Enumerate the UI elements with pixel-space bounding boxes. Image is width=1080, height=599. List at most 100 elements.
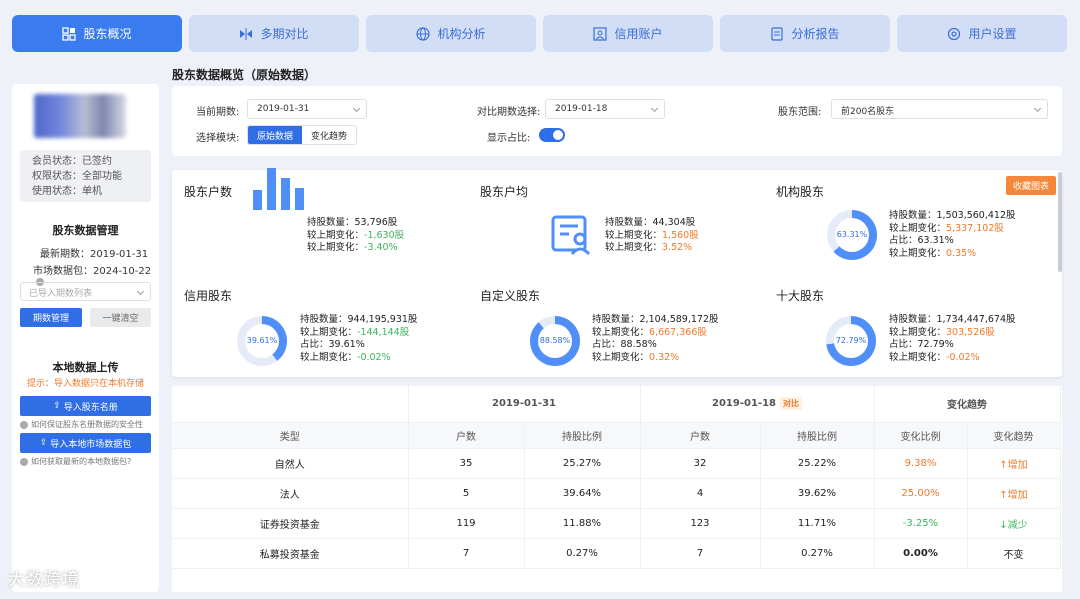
change-pct: 较上期变化：0.35% [889, 248, 1016, 261]
report-icon [771, 26, 784, 41]
change-value: -1,630股 [364, 229, 405, 241]
change-qty: 较上期变化：-1,630股 [307, 230, 404, 243]
market-data-text: 市场数据包：2024-10-22 [33, 266, 152, 277]
id-card-icon [551, 215, 591, 256]
imported-periods-placeholder: 已导入期数列表 [29, 289, 93, 299]
card-title: 股东户均 [480, 185, 529, 199]
show-ratio-toggle[interactable] [539, 128, 565, 142]
table-cell: 自然人 [172, 448, 409, 479]
donut-label: 72.79% [835, 336, 867, 345]
change-value: 0.32% [649, 351, 680, 363]
grid-icon [62, 26, 77, 41]
ratio: 占比：72.79% [889, 339, 954, 350]
card-title: 股东户数 [184, 185, 233, 199]
card-title: 信用股东 [184, 289, 233, 303]
change-label: 较上期变化： [307, 229, 365, 241]
module-segmented-control: 原始数据 变化趋势 [247, 125, 358, 145]
table-cell: 32 [640, 448, 761, 479]
import-roster-button[interactable]: ⇪ 导入股东名册 [20, 396, 151, 416]
import-roster-label: 导入股东名册 [63, 402, 118, 413]
avatar [34, 94, 126, 138]
card-title: 机构股东 [776, 185, 825, 199]
tab-shareholder-overview[interactable]: 股东概况 [12, 15, 182, 52]
settings-icon [948, 27, 961, 40]
table-row: 证券投资基金 119 11.88% 123 11.71% -3.25% ↓减少 [172, 508, 1061, 539]
table-cell: ↓减少 [967, 508, 1061, 539]
donut-label: 39.61% [246, 336, 278, 345]
period-mgmt-button[interactable]: 期数管理 [20, 308, 82, 327]
current-period-label: 当前期数: [196, 107, 240, 118]
range-label: 股东范围: [778, 107, 822, 118]
compare-period-label: 对比期数选择: [477, 107, 541, 118]
card-stats: 持股数量：44,304股 较上期变化：1,560股 较上期变化：3.52% [605, 217, 699, 255]
tab-credit-account[interactable]: 信用账户 [543, 15, 713, 52]
table-row: 自然人 35 25.27% 32 25.22% 9.38% ↑增加 [172, 448, 1061, 479]
change-label: 较上期变化： [592, 351, 650, 363]
change-qty: 较上期变化：5,337,102股 [889, 223, 1016, 236]
table-cell: 7 [640, 538, 761, 569]
change-pct: 较上期变化：0.32% [592, 352, 719, 365]
filter-panel: 当前期数: 2019-01-31 对比期数选择: 2019-01-18 股东范围… [172, 86, 1062, 156]
donut-label: 63.31% [836, 230, 868, 239]
table-cell: 123 [640, 508, 761, 539]
compare-period-select[interactable]: 2019-01-18 [545, 99, 665, 119]
permission-status: 权限状态：全部功能 [32, 171, 122, 182]
table-cell: 35 [408, 448, 525, 479]
change-pct: 较上期变化：-0.02% [300, 352, 417, 365]
clear-all-button[interactable]: 一键清空 [90, 308, 151, 327]
member-status: 会员状态：已签约 [32, 156, 112, 167]
ratio: 占比：88.58% [592, 339, 657, 350]
current-period-select[interactable]: 2019-01-31 [247, 99, 367, 119]
import-market-button[interactable]: ⇪ 导入本地市场数据包 [20, 433, 151, 453]
change-qty: 较上期变化：1,560股 [605, 230, 699, 243]
change-label: 较上期变化： [300, 326, 358, 338]
member-status-box: 会员状态：已签约 权限状态：全部功能 使用状态：单机 [20, 150, 151, 202]
change-value: 1,560股 [662, 229, 699, 241]
range-value: 前200名股东 [841, 107, 895, 117]
ratio: 占比：39.61% [300, 339, 365, 350]
table-row: 法人 5 39.64% 4 39.62% 25.00% ↑增加 [172, 478, 1061, 509]
card-stats: 持股数量：1,734,447,674股 较上期变化：303,526股 占比：72… [889, 314, 1016, 364]
table-cell: 5 [408, 478, 525, 509]
roster-security-link[interactable]: 如何保证股东名册数据的安全性 [20, 419, 143, 430]
tab-institution-analysis[interactable]: 机构分析 [366, 15, 536, 52]
module-option-trend[interactable]: 变化趋势 [302, 126, 356, 144]
donut-label: 88.58% [539, 336, 571, 345]
tab-label: 分析报告 [791, 27, 840, 41]
show-ratio-label: 显示占比: [487, 133, 531, 144]
card-stats: 持股数量：944,195,931股 较上期变化：-144,144股 占比：39.… [300, 314, 417, 364]
ratio: 占比：63.31% [889, 235, 954, 246]
table-row: 私募投资基金 7 0.27% 7 0.27% 0.00% 不变 [172, 538, 1061, 569]
change-label: 较上期变化： [307, 242, 365, 253]
range-select[interactable]: 前200名股东 [831, 99, 1048, 119]
change-value: -3.40% [364, 242, 398, 253]
module-option-raw[interactable]: 原始数据 [248, 126, 303, 144]
change-pct: 较上期变化：-0.02% [889, 352, 1016, 365]
card-title: 自定义股东 [480, 289, 541, 303]
institution-donut: 63.31% [827, 210, 877, 260]
tab-analysis-report[interactable]: 分析报告 [720, 15, 890, 52]
header-period2: 2019-01-18 对比 [640, 386, 875, 423]
table-cell: 0.27% [524, 538, 641, 569]
tab-multi-period-compare[interactable]: 多期对比 [189, 15, 359, 52]
credit-donut: 39.61% [237, 316, 287, 366]
change-value: 0.35% [946, 247, 977, 259]
local-upload-title: 本地数据上传 [52, 361, 119, 374]
table-cell: 25.27% [524, 448, 641, 479]
holding-qty: 持股数量：1,734,447,674股 [889, 314, 1016, 325]
imported-periods-select[interactable]: 已导入期数列表 [20, 282, 151, 301]
get-market-link[interactable]: 如何获取最新的本地数据包? [20, 456, 131, 467]
change-pct: 较上期变化：3.52% [605, 242, 699, 255]
column-header: 户数 [640, 422, 761, 449]
column-header: 户数 [408, 422, 525, 449]
card-credit: 信用股东 39.61% 持股数量：944,195,931股 较上期变化：-144… [172, 274, 468, 377]
get-market-text: 如何获取最新的本地数据包? [31, 457, 132, 466]
tab-user-settings[interactable]: 用户设置 [897, 15, 1067, 52]
page-title: 股东数据概览（原始数据） [172, 68, 317, 82]
change-value: 6,667,366股 [649, 326, 707, 338]
roster-security-text: 如何保证股东名册数据的安全性 [31, 420, 143, 429]
tab-label: 信用账户 [614, 27, 663, 41]
holding-qty: 持股数量：1,503,560,412股 [889, 210, 1016, 221]
change-pct: 较上期变化：-3.40% [307, 242, 404, 255]
top10-donut: 72.79% [826, 316, 876, 366]
